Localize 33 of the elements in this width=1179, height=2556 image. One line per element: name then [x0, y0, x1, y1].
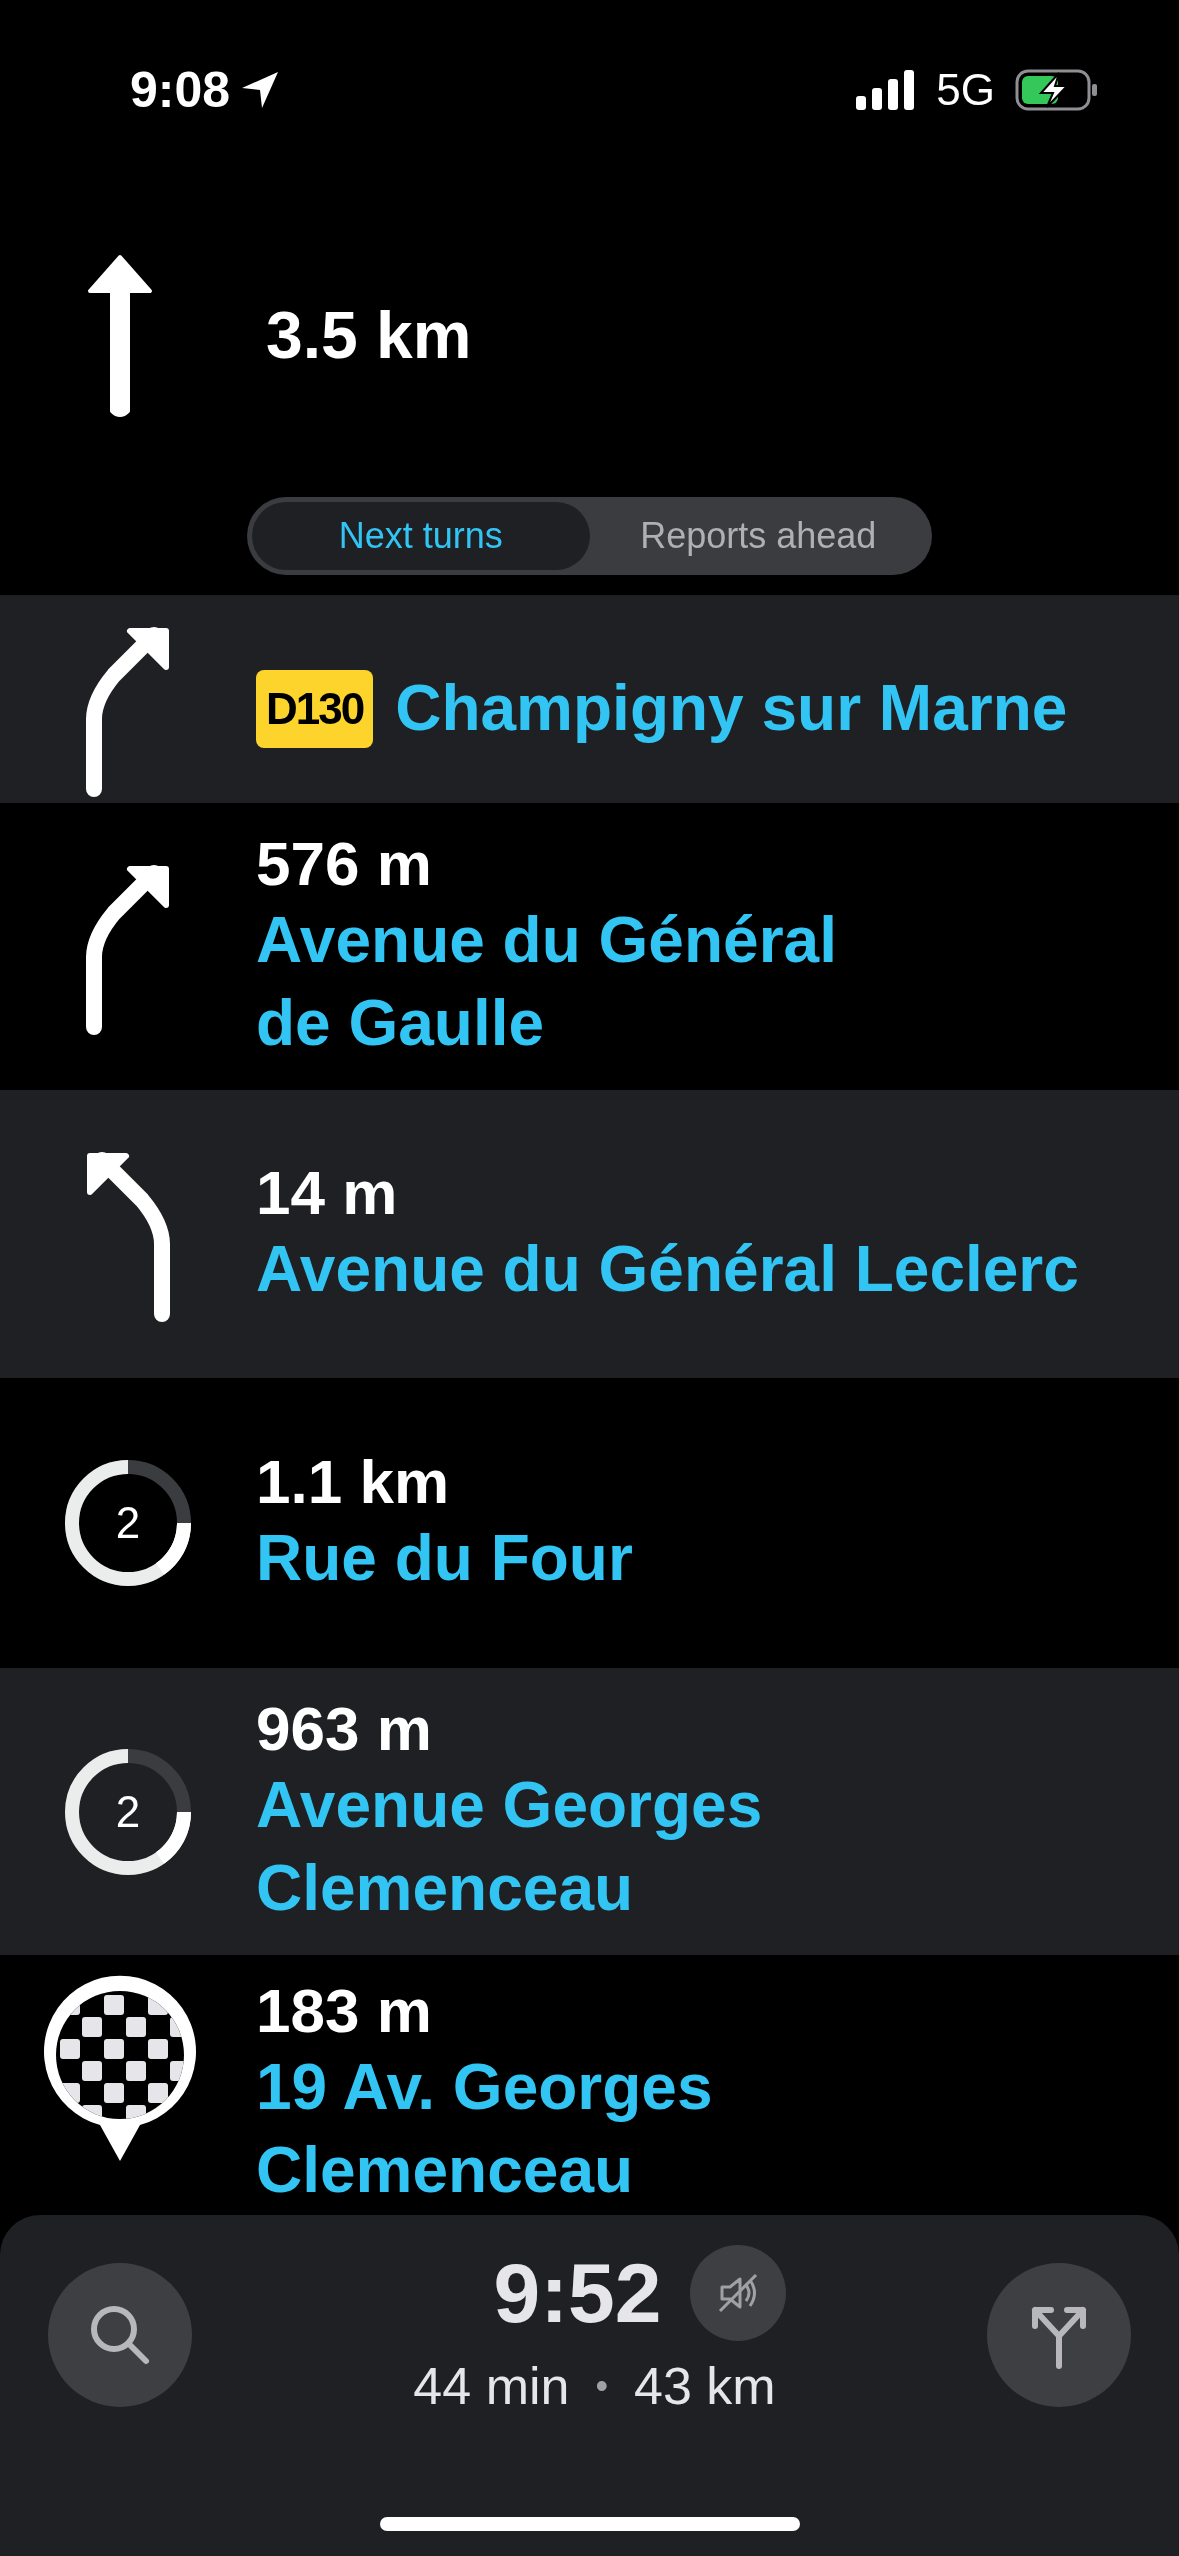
street-name: Avenue Georges Clemenceau — [256, 1767, 764, 1927]
street-name: Avenue du Général de Gaulle — [256, 902, 838, 1062]
turn-row[interactable]: 2 963 m Avenue Georges Clemenceau — [0, 1668, 1179, 1955]
turn-row[interactable]: D130 Champigny sur Marne — [0, 595, 1179, 803]
street-name: Rue du Four — [256, 1521, 633, 1597]
search-icon — [88, 2303, 152, 2367]
turn-row[interactable]: 14 m Avenue du Général Leclerc — [0, 1090, 1179, 1378]
tab[interactable]: Reports ahead — [589, 502, 927, 570]
battery-charging-icon — [1015, 69, 1099, 111]
turn-distance: 183 m — [256, 1975, 433, 2047]
roundabout-icon — [63, 1746, 193, 1877]
trip-duration: 44 min — [413, 2356, 570, 2417]
next-turn-distance: 3.5 km — [266, 296, 472, 374]
status-time: 9:08 — [130, 60, 231, 120]
tab[interactable]: Next turns — [252, 502, 590, 570]
turn-distance: 963 m — [256, 1692, 433, 1764]
street-name: 19 Av. Georges Clemenceau — [256, 2050, 714, 2209]
turn-distance: 1.1 km — [256, 1445, 451, 1518]
location-arrow-icon — [240, 70, 281, 110]
straight-arrow-icon — [86, 252, 154, 418]
turn-distance: 14 m — [256, 1156, 399, 1229]
roundabout-icon — [63, 1458, 193, 1588]
separator-dot: • — [595, 2364, 609, 2408]
street-name: Champigny sur Marne — [395, 671, 1068, 747]
exit-number: 2 — [115, 1785, 141, 1838]
exit-number: 2 — [115, 1497, 141, 1549]
street-name: Avenue du Général Leclerc — [256, 1232, 1079, 1308]
trip-distance: 43 km — [634, 2356, 776, 2417]
turn-distance: 576 m — [256, 827, 433, 899]
road-number-badge: D130 — [256, 670, 374, 748]
signal-icon — [856, 70, 917, 110]
network-label: 5G — [936, 64, 995, 116]
arrival-time: 9:52 — [493, 2251, 662, 2335]
